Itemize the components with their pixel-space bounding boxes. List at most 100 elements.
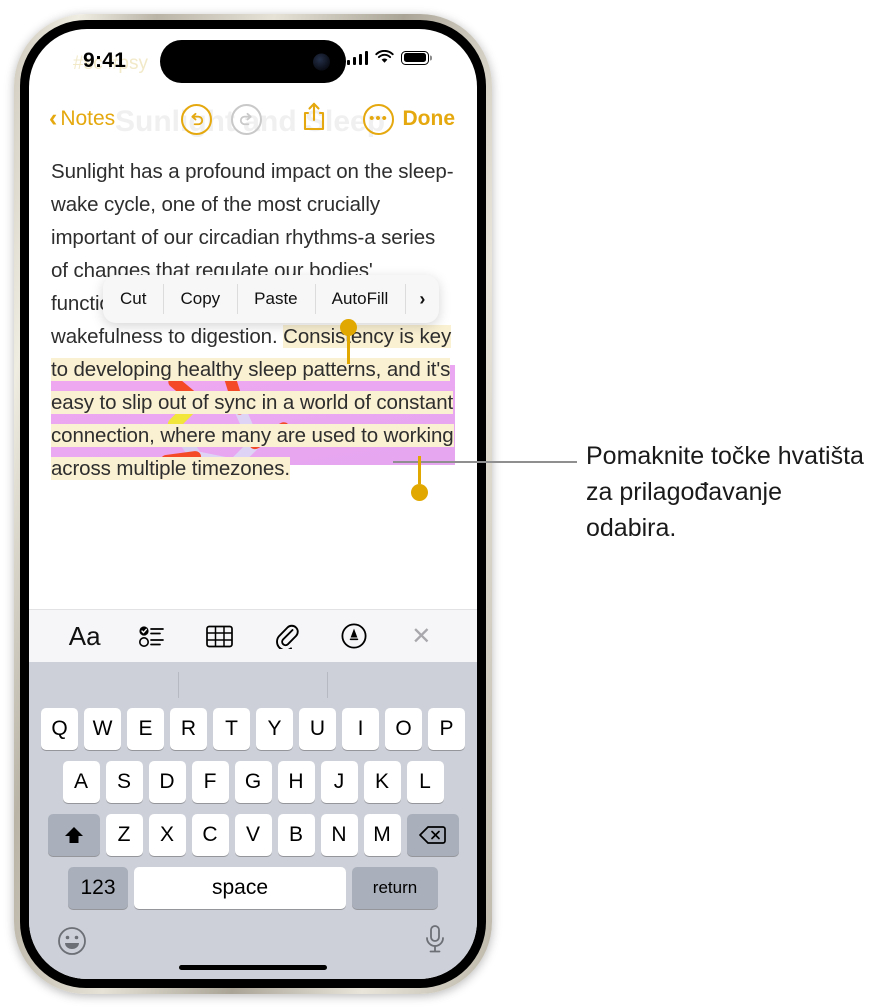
key-z[interactable]: Z [105,814,143,856]
callout-text: Pomaknite točke hvatišta za prilagođavan… [586,438,875,546]
key-a[interactable]: A [62,761,100,803]
signal-bars-icon [346,50,368,65]
navigation-bar: ‹ Notes ••• Done [29,95,477,143]
chevron-left-icon: ‹ [49,103,58,132]
phone-frame: #sc #psy Sunlight and Sleep 9:41 ‹ Notes… [14,14,492,994]
text-context-menu[interactable]: Cut Copy Paste AutoFill › [103,275,440,323]
back-label: Notes [60,107,116,130]
dictation-key[interactable] [423,924,447,961]
front-camera-icon [313,53,330,70]
key-o[interactable]: O [385,708,422,750]
backspace-key[interactable] [406,814,459,856]
close-toolbar-button[interactable]: ✕ [402,617,440,655]
context-menu-next-button[interactable]: › [405,275,439,323]
wifi-icon [375,50,394,63]
keyboard-row-2: A S D F G H J K L [29,761,477,803]
predictive-text-bar[interactable] [29,662,477,708]
key-e[interactable]: E [127,708,164,750]
share-button[interactable] [301,101,327,137]
predictive-divider-1 [178,672,180,698]
checklist-button[interactable] [133,617,171,655]
keyboard-row-1: Q W E R T Y U I O P [29,708,477,750]
key-c[interactable]: C [191,814,229,856]
phone-bezel: #sc #psy Sunlight and Sleep 9:41 ‹ Notes… [20,20,486,988]
key-x[interactable]: X [148,814,186,856]
undo-button[interactable] [181,103,212,135]
callout-line-2: za prilagođavanje odabira. [586,478,782,542]
home-indicator[interactable] [179,964,327,970]
microphone-icon [426,925,444,953]
text-format-button[interactable]: Aa [66,617,104,655]
key-h[interactable]: H [277,761,315,803]
status-bar: 9:41 [29,29,477,87]
autofill-menu-item[interactable]: AutoFill [314,275,406,323]
keyboard-row-4: 123 space return [29,867,477,909]
note-format-toolbar[interactable]: Aa ✕ [29,609,477,662]
emoji-icon [58,927,86,955]
selection-end-knob[interactable] [411,484,428,501]
key-w[interactable]: W [84,708,121,750]
key-i[interactable]: I [342,708,379,750]
key-l[interactable]: L [406,761,444,803]
paste-menu-item[interactable]: Paste [237,275,314,323]
key-k[interactable]: K [363,761,401,803]
emoji-key[interactable] [57,926,87,961]
back-to-notes-button[interactable]: ‹ Notes [49,103,116,132]
status-time: 9:41 [83,49,127,72]
onscreen-keyboard[interactable]: Aa ✕ Q W E R T Y U I O P A S D F G H J K… [29,609,477,979]
dynamic-island [160,40,346,83]
key-f[interactable]: F [191,761,229,803]
selection-end-bar [418,456,421,484]
key-m[interactable]: M [363,814,401,856]
key-d[interactable]: D [148,761,186,803]
battery-full-icon [401,50,429,65]
selection-end-handle[interactable] [411,456,428,501]
key-u[interactable]: U [299,708,336,750]
screenshot-root: Pomaknite točke hvatišta za prilagođavan… [0,0,875,1008]
key-g[interactable]: G [234,761,272,803]
key-b[interactable]: B [277,814,315,856]
backspace-icon [419,826,446,844]
markup-button[interactable] [335,617,373,655]
table-button[interactable] [200,617,238,655]
undo-arrow-icon [191,112,204,125]
callout-line-1: Pomaknite točke hvatišta [586,442,864,470]
key-p[interactable]: P [428,708,465,750]
table-icon [205,625,233,647]
key-v[interactable]: V [234,814,272,856]
redo-button[interactable] [231,103,262,135]
shift-arrow-icon [64,827,83,843]
key-s[interactable]: S [105,761,143,803]
key-q[interactable]: Q [41,708,78,750]
markup-pen-icon [341,623,367,649]
key-n[interactable]: N [320,814,358,856]
key-j[interactable]: J [320,761,358,803]
redo-arrow-icon [239,112,252,125]
key-t[interactable]: T [213,708,250,750]
keyboard-bottom-bar [29,920,477,979]
close-icon: ✕ [411,622,432,650]
done-button[interactable]: Done [403,107,456,131]
share-up-arrow-icon [303,102,325,131]
status-indicators [346,50,429,65]
more-options-button[interactable]: ••• [363,103,394,135]
selection-start-bar [347,336,350,364]
paperclip-icon [275,624,299,649]
keyboard-row-3: Z X C V B N M [29,814,477,856]
key-y[interactable]: Y [256,708,293,750]
copy-menu-item[interactable]: Copy [163,275,237,323]
text-format-label: Aa [68,620,101,651]
attachment-button[interactable] [268,617,306,655]
selection-start-handle[interactable] [340,319,357,364]
cut-menu-item[interactable]: Cut [103,275,163,323]
key-r[interactable]: R [170,708,207,750]
numbers-key[interactable]: 123 [68,867,128,909]
selection-start-knob[interactable] [340,319,357,336]
shift-key[interactable] [47,814,100,856]
predictive-divider-2 [327,672,329,698]
return-key[interactable]: return [352,867,438,909]
note-selected-text[interactable]: Consistency is key to developing healthy… [51,325,454,480]
checklist-icon [139,625,165,647]
space-key[interactable]: space [134,867,346,909]
ellipsis-circle-icon: ••• [369,109,388,127]
